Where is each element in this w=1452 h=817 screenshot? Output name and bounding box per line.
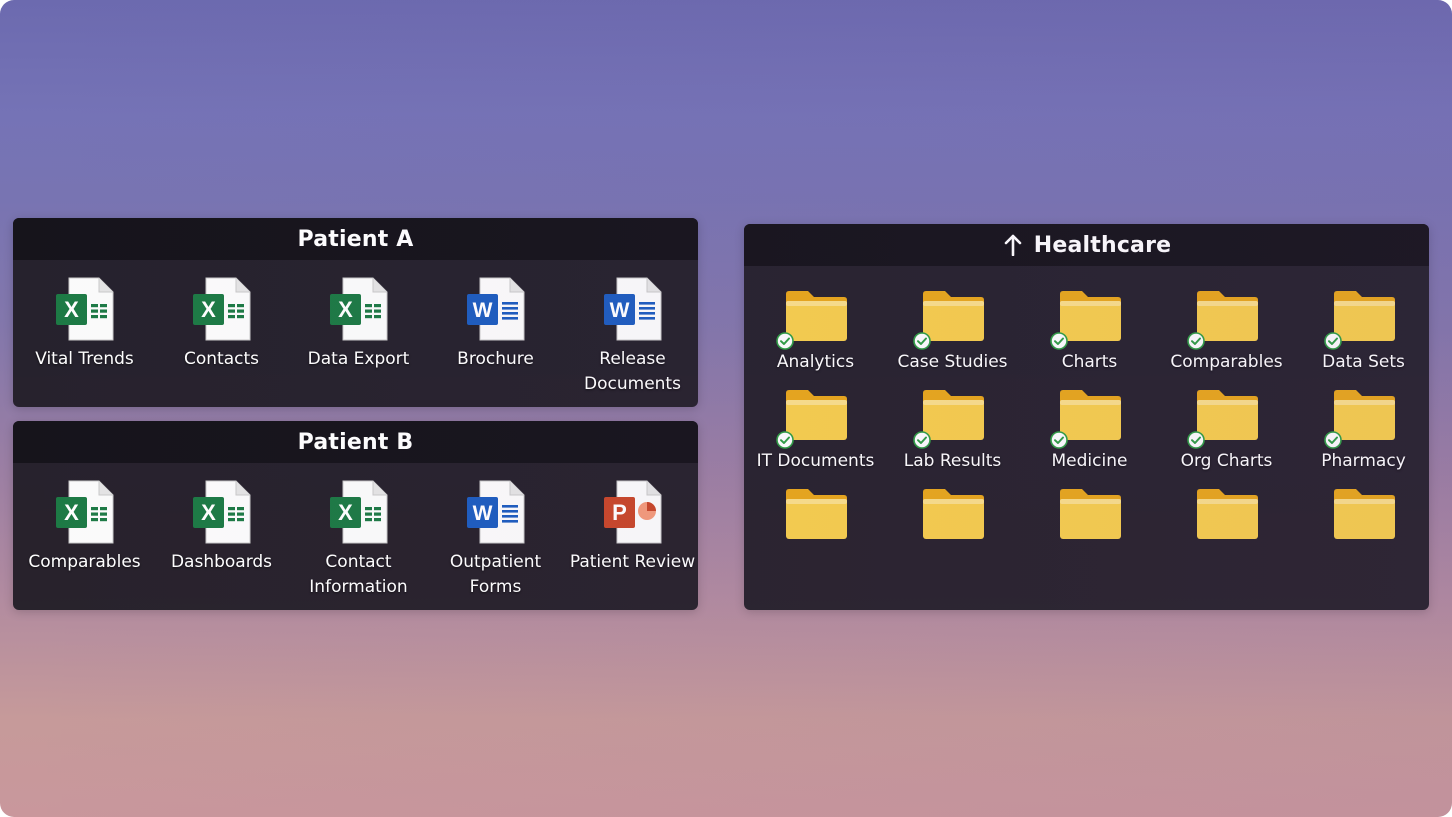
desktop-item-contact-information[interactable]: X Contact Information: [290, 480, 427, 600]
svg-text:X: X: [201, 500, 216, 525]
folder-data-sets[interactable]: Data Sets: [1295, 288, 1429, 375]
fence-patient-a: Patient A X Vital Trends X Contacts X Da…: [13, 218, 698, 407]
item-label: Vital Trends: [35, 349, 134, 369]
folder-partial[interactable]: [747, 486, 884, 546]
item-label: Comparables: [1170, 352, 1283, 372]
svg-text:X: X: [64, 500, 79, 525]
folder-icon: [1059, 489, 1121, 539]
item-label: Release Documents: [584, 349, 681, 394]
fence-grid: X Comparables X Dashboards X Contact Inf…: [13, 463, 698, 600]
item-label: Comparables: [28, 552, 141, 572]
fence-healthcare: Healthcare Analytics Case Studies Charts…: [744, 224, 1429, 610]
desktop-item-comparables[interactable]: X Comparables: [16, 480, 153, 600]
word-icon: W: [466, 277, 526, 343]
fence-title-bar[interactable]: Healthcare: [744, 224, 1429, 266]
folder-icon: [785, 489, 847, 539]
svg-text:X: X: [338, 297, 353, 322]
item-label: Data Sets: [1322, 352, 1405, 372]
svg-text:W: W: [472, 502, 492, 525]
desktop-item-data-export[interactable]: X Data Export: [290, 277, 427, 397]
sync-check-icon: [775, 332, 794, 350]
sync-check-icon: [1186, 332, 1205, 350]
folder-charts[interactable]: Charts: [1021, 288, 1158, 375]
excel-icon: X: [192, 277, 252, 343]
desktop-background: Patient A X Vital Trends X Contacts X Da…: [0, 0, 1452, 817]
excel-icon: X: [329, 480, 389, 546]
folder-it-documents[interactable]: IT Documents: [747, 387, 884, 474]
sync-check-icon: [1323, 431, 1342, 449]
item-label: Outpatient Forms: [449, 552, 542, 597]
folder-partial[interactable]: [884, 486, 1021, 546]
up-arrow-icon[interactable]: [1002, 234, 1024, 256]
desktop-item-release-documents[interactable]: W Release Documents: [564, 277, 698, 397]
item-label: Analytics: [776, 352, 855, 372]
fence-patient-b: Patient B X Comparables X Dashboards X C…: [13, 421, 698, 610]
sync-check-icon: [1323, 332, 1342, 350]
word-icon: W: [603, 277, 663, 343]
excel-icon: X: [55, 277, 115, 343]
item-label: Data Export: [307, 349, 410, 369]
svg-text:X: X: [64, 297, 79, 322]
item-label: Org Charts: [1180, 451, 1273, 471]
sync-check-icon: [1049, 431, 1068, 449]
item-label: Contacts: [184, 349, 259, 369]
folder-icon: [1333, 489, 1395, 539]
folder-partial[interactable]: [1021, 486, 1158, 546]
item-label: IT Documents: [756, 451, 875, 471]
item-label: Brochure: [457, 349, 534, 369]
sync-check-icon: [912, 332, 931, 350]
item-label: Pharmacy: [1321, 451, 1406, 471]
fence-grid: X Vital Trends X Contacts X Data Export …: [13, 260, 698, 397]
folder-icon: [922, 489, 984, 539]
item-label: Lab Results: [903, 451, 1002, 471]
svg-text:W: W: [472, 299, 492, 322]
sync-check-icon: [1186, 431, 1205, 449]
item-label: Medicine: [1051, 451, 1128, 471]
powerpoint-icon: P: [603, 480, 663, 546]
word-icon: W: [466, 480, 526, 546]
svg-text:X: X: [338, 500, 353, 525]
folder-case-studies[interactable]: Case Studies: [884, 288, 1021, 375]
fence-title[interactable]: Patient A: [13, 218, 698, 260]
folder-medicine[interactable]: Medicine: [1021, 387, 1158, 474]
folder-comparables[interactable]: Comparables: [1158, 288, 1295, 375]
item-label: Patient Review: [569, 552, 696, 572]
item-label: Charts: [1061, 352, 1118, 372]
fence-title: Healthcare: [1033, 232, 1172, 258]
folder-icon: [1196, 489, 1258, 539]
item-label: Case Studies: [897, 352, 1008, 372]
excel-icon: X: [329, 277, 389, 343]
svg-text:P: P: [612, 500, 627, 525]
excel-icon: X: [192, 480, 252, 546]
desktop-item-vital-trends[interactable]: X Vital Trends: [16, 277, 153, 397]
sync-check-icon: [1049, 332, 1068, 350]
desktop-item-outpatient-forms[interactable]: W Outpatient Forms: [427, 480, 564, 600]
folder-org-charts[interactable]: Org Charts: [1158, 387, 1295, 474]
fence-grid: Analytics Case Studies Charts Comparable…: [744, 266, 1429, 546]
desktop-item-patient-review[interactable]: P Patient Review: [564, 480, 698, 600]
folder-analytics[interactable]: Analytics: [747, 288, 884, 375]
item-label: Contact Information: [309, 552, 408, 597]
excel-icon: X: [55, 480, 115, 546]
desktop-item-brochure[interactable]: W Brochure: [427, 277, 564, 397]
svg-text:X: X: [201, 297, 216, 322]
desktop-item-dashboards[interactable]: X Dashboards: [153, 480, 290, 600]
folder-lab-results[interactable]: Lab Results: [884, 387, 1021, 474]
item-label: Dashboards: [170, 552, 273, 572]
sync-check-icon: [912, 431, 931, 449]
folder-pharmacy[interactable]: Pharmacy: [1295, 387, 1429, 474]
folder-partial[interactable]: [1295, 486, 1429, 546]
svg-text:W: W: [609, 299, 629, 322]
folder-partial[interactable]: [1158, 486, 1295, 546]
desktop-item-contacts[interactable]: X Contacts: [153, 277, 290, 397]
sync-check-icon: [775, 431, 794, 449]
fence-title[interactable]: Patient B: [13, 421, 698, 463]
